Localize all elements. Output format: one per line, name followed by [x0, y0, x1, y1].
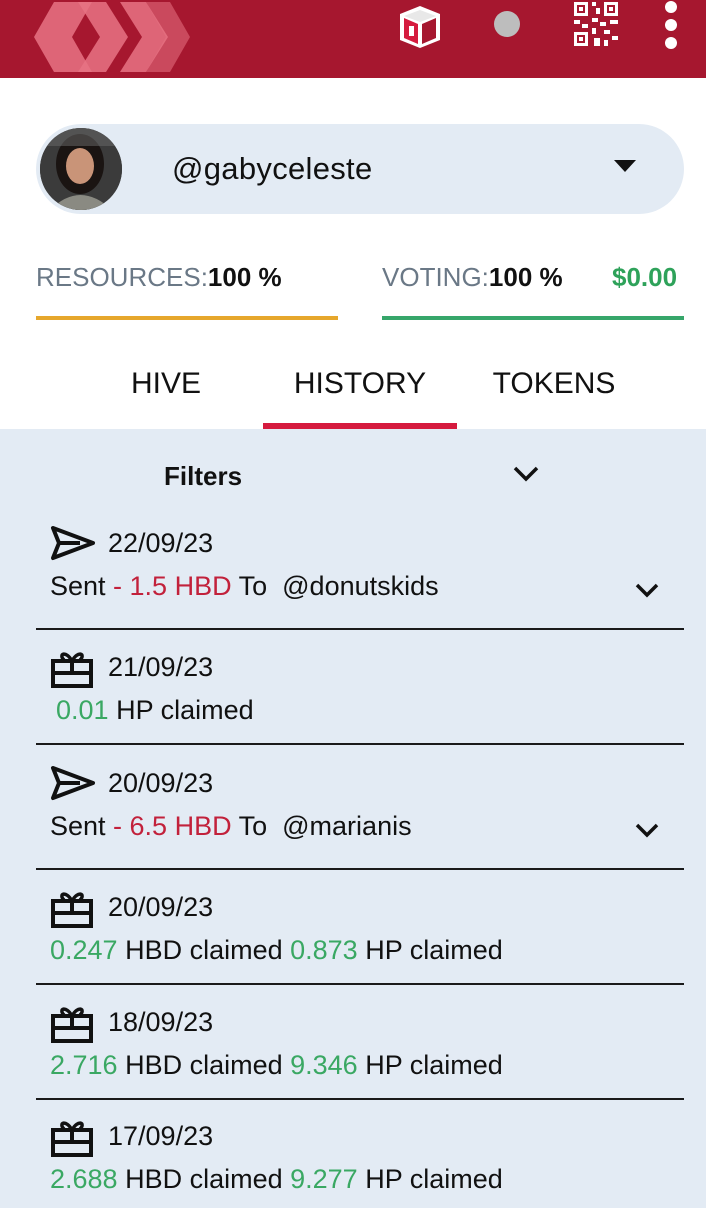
history-hbd-amount: 2.688: [50, 1164, 118, 1194]
voting-bar: [382, 316, 684, 320]
divider: [36, 628, 684, 630]
history-description: 0.247 HBD claimed 0.873 HP claimed: [50, 935, 503, 966]
divider: [36, 743, 684, 745]
resources-bar: [36, 316, 338, 320]
chevron-down-icon[interactable]: [634, 582, 660, 600]
history-hp-amount: 9.346: [290, 1050, 358, 1080]
history-hbd-amount: 0.247: [50, 935, 118, 965]
top-app-bar: [0, 0, 706, 78]
history-description: Sent - 6.5 HBD To @marianis: [50, 811, 412, 842]
history-connector: To: [231, 571, 283, 601]
history-hbd-text: HBD claimed: [117, 1164, 291, 1194]
more-vert-icon[interactable]: [662, 0, 680, 50]
history-date: 22/09/23: [108, 528, 214, 558]
dropdown-arrow-icon[interactable]: [614, 160, 636, 174]
tab-hive[interactable]: HIVE: [96, 364, 236, 404]
resources-label: RESOURCES:: [36, 262, 208, 292]
history-date: 18/09/23: [108, 1007, 214, 1037]
voting-label: VOTING:: [382, 262, 489, 292]
history-hp-amount: 0.873: [290, 935, 358, 965]
account-username: @gabyceleste: [172, 151, 373, 186]
history-description: 0.01 HP claimed: [56, 695, 254, 726]
history-description: 2.688 HBD claimed 9.277 HP claimed: [50, 1164, 503, 1195]
send-icon: [51, 766, 95, 800]
history-hp-text: HP claimed: [108, 695, 254, 725]
gift-icon: [51, 1121, 93, 1157]
history-date: 20/09/23: [108, 768, 214, 798]
history-date: 20/09/23: [108, 892, 214, 922]
gift-icon: [51, 1007, 93, 1043]
filters-toggle-label[interactable]: Filters: [164, 461, 242, 492]
history-amount: - 6.5 HBD: [113, 811, 232, 841]
history-action: Sent: [50, 811, 114, 841]
hive-logo-icon: [34, 2, 190, 72]
divider: [36, 1098, 684, 1100]
divider: [36, 983, 684, 985]
qr-code-icon[interactable]: [572, 0, 620, 48]
divider: [36, 868, 684, 870]
gift-icon: [51, 892, 93, 928]
voting-indicator: VOTING:100 %: [382, 262, 563, 293]
history-hbd-text: HBD claimed: [117, 935, 291, 965]
tab-tokens[interactable]: TOKENS: [474, 364, 634, 404]
history-hp-text: HP claimed: [357, 1050, 503, 1080]
history-connector: To: [231, 811, 283, 841]
history-hp-text: HP claimed: [357, 1164, 503, 1194]
history-target: @donutskids: [282, 571, 439, 601]
history-hbd-text: HBD claimed: [117, 1050, 291, 1080]
gift-icon: [51, 652, 93, 688]
history-description: 2.716 HBD claimed 9.346 HP claimed: [50, 1050, 503, 1081]
history-target: @marianis: [282, 811, 412, 841]
tab-history[interactable]: HISTORY: [270, 364, 450, 404]
account-selector[interactable]: @gabyceleste: [36, 124, 684, 214]
history-action: Sent: [50, 571, 114, 601]
keychain-icon[interactable]: [396, 4, 444, 48]
status-dot-icon[interactable]: [494, 11, 520, 37]
history-hp-amount: 9.277: [290, 1164, 358, 1194]
history-hp-amount: 0.01: [56, 695, 109, 725]
history-hbd-amount: 2.716: [50, 1050, 118, 1080]
history-hp-text: HP claimed: [357, 935, 503, 965]
history-amount: - 1.5 HBD: [113, 571, 232, 601]
history-description: Sent - 1.5 HBD To @donutskids: [50, 571, 439, 602]
history-date: 21/09/23: [108, 652, 214, 682]
chevron-down-icon[interactable]: [634, 822, 660, 840]
send-icon: [51, 526, 95, 560]
vote-value: $0.00: [612, 262, 678, 292]
avatar: [40, 128, 122, 210]
voting-value: 100 %: [488, 262, 563, 292]
chevron-down-icon[interactable]: [512, 464, 540, 484]
avatar-image: [40, 128, 122, 210]
history-date: 17/09/23: [108, 1121, 214, 1151]
resources-indicator: RESOURCES:100 %: [36, 262, 282, 293]
resources-value: 100 %: [207, 262, 282, 292]
